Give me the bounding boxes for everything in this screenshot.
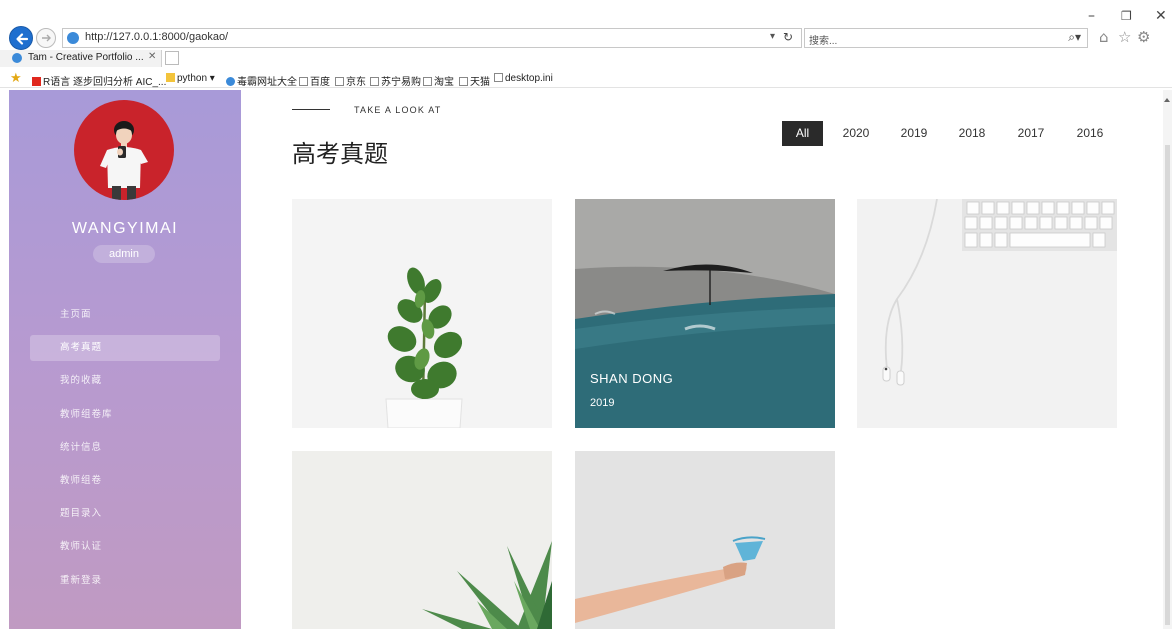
page-icon [299, 77, 308, 86]
tab-favicon-icon [12, 53, 22, 63]
plant-image [292, 199, 552, 428]
sidebar-item-label: 统计信息 [60, 441, 103, 453]
forward-button[interactable] [36, 28, 56, 48]
bookmark-suning[interactable]: 苏宁易购 [370, 73, 421, 88]
portfolio-card-shandong[interactable]: SHAN DONG 2019 [575, 199, 835, 428]
tab-title: Tam - Creative Portfolio ... [28, 52, 144, 63]
filter-tab-2020[interactable]: 2020 [836, 121, 876, 146]
bookmark-r-aic[interactable]: R语言 逐步回归分析 AIC_... [32, 73, 166, 88]
avatar-person-illustration [100, 121, 148, 200]
sidebar-item-label: 我的收藏 [60, 375, 103, 387]
back-button[interactable] [9, 26, 33, 50]
page-title: 高考真题 [292, 140, 388, 168]
card-title: SHAN DONG [590, 371, 674, 386]
sidebar-item-label: 主页面 [60, 309, 92, 320]
section-eyebrow: TAKE A LOOK AT [354, 105, 442, 115]
folder-icon [166, 73, 175, 82]
ie-icon [226, 77, 235, 86]
page-icon [335, 77, 344, 86]
filter-tab-2018[interactable]: 2018 [952, 121, 992, 146]
search-input[interactable]: 搜索... ⌕▾ [804, 28, 1088, 48]
portfolio-card[interactable] [857, 199, 1117, 428]
address-dropdown-icon[interactable]: ▾ [770, 31, 775, 42]
minimize-icon[interactable]: – [1088, 8, 1095, 24]
portfolio-card[interactable] [575, 451, 835, 629]
username: WANGYIMAI [71, 220, 179, 237]
gear-icon[interactable]: ⚙ [1137, 28, 1150, 46]
bookmark-baidu[interactable]: 百度 [299, 73, 330, 88]
browser-chrome: – ❐ ✕ http://127.0.0.1:8000/gaokao/ ▾ ↻ … [0, 0, 1172, 90]
page-content: WANGYIMAI admin 主页面 高考真题 我的收藏 教师组卷库 统计信息… [0, 90, 1172, 629]
home-icon[interactable]: ⌂ [1099, 28, 1109, 46]
bookmark-duba[interactable]: 毒霸网址大全 [226, 73, 297, 88]
portfolio-card[interactable] [292, 451, 552, 629]
sidebar-item-home[interactable]: 主页面 [30, 302, 220, 328]
keyboard-earphones-image [857, 199, 1117, 428]
address-url[interactable]: http://127.0.0.1:8000/gaokao/ [85, 31, 228, 43]
refresh-icon[interactable]: ↻ [783, 30, 793, 44]
file-icon [494, 73, 503, 82]
bookmark-desktop-ini[interactable]: desktop.ini [494, 73, 553, 84]
sidebar-item-label: 教师组卷 [60, 474, 103, 486]
bookmark-python[interactable]: python ▾ [166, 73, 215, 84]
sidebar-item-teacher-paper-library[interactable]: 教师组卷库 [30, 402, 220, 428]
card-year: 2019 [590, 397, 615, 409]
portfolio-card[interactable] [292, 199, 552, 428]
sidebar-nav: 主页面 高考真题 我的收藏 教师组卷库 统计信息 教师组卷 题目录入 教师认证 … [30, 302, 220, 601]
tab-strip: Tam - Creative Portfolio ... ✕ [0, 50, 1172, 67]
filter-tab-2017[interactable]: 2017 [1011, 121, 1051, 146]
scrollbar-thumb[interactable] [1165, 145, 1170, 625]
succulent-image [292, 451, 552, 629]
sidebar: WANGYIMAI admin 主页面 高考真题 我的收藏 教师组卷库 统计信息… [9, 90, 241, 629]
page-icon [423, 77, 432, 86]
sidebar-item-label: 教师组卷库 [60, 408, 113, 420]
filter-tab-all[interactable]: All [782, 121, 823, 146]
sidebar-item-teacher-verify[interactable]: 教师认证 [30, 534, 220, 560]
favorites-icon[interactable]: ☆ [1118, 28, 1131, 46]
avatar[interactable] [74, 100, 174, 200]
bookmark-jd[interactable]: 京东 [335, 73, 366, 88]
page-favicon-icon [67, 32, 79, 44]
sidebar-item-teacher-compose[interactable]: 教师组卷 [30, 468, 220, 494]
eyebrow-line [292, 109, 330, 110]
favorites-star-icon[interactable]: ★ [10, 71, 22, 86]
page-icon [459, 77, 468, 86]
bookmark-taobao[interactable]: 淘宝 [423, 73, 454, 88]
filter-tab-2019[interactable]: 2019 [894, 121, 934, 146]
bookmark-tmall[interactable]: 天猫 [459, 73, 490, 88]
close-window-icon[interactable]: ✕ [1155, 8, 1167, 24]
new-tab-button[interactable] [165, 51, 179, 65]
page-icon [370, 77, 379, 86]
back-arrow-icon [16, 33, 29, 45]
sidebar-item-label: 教师认证 [60, 541, 103, 553]
restore-icon[interactable]: ❐ [1121, 9, 1132, 23]
sidebar-item-favorites[interactable]: 我的收藏 [30, 368, 220, 394]
search-icon[interactable]: ⌕▾ [1068, 30, 1081, 45]
sidebar-item-label: 题目录入 [60, 508, 103, 520]
sidebar-item-statistics[interactable]: 统计信息 [30, 435, 220, 461]
search-placeholder: 搜索... [809, 36, 838, 47]
sidebar-item-gaokao[interactable]: 高考真题 [30, 335, 220, 362]
umbrella-sea-image [575, 199, 835, 428]
bookmark-icon [32, 77, 41, 86]
navigation-row: http://127.0.0.1:8000/gaokao/ ▾ ↻ 搜索... … [0, 26, 1172, 50]
filter-tab-2016[interactable]: 2016 [1070, 121, 1110, 146]
forward-arrow-icon [42, 34, 51, 42]
scroll-up-icon[interactable] [1164, 98, 1170, 102]
sidebar-item-label: 重新登录 [60, 574, 103, 586]
sidebar-item-label: 高考真题 [60, 342, 103, 354]
role-badge: admin [93, 245, 155, 263]
bookmarks-bar: ★ R语言 逐步回归分析 AIC_... python ▾ 毒霸网址大全 百度 … [0, 70, 1172, 88]
hand-cup-image [575, 451, 835, 629]
browser-tab[interactable]: Tam - Creative Portfolio ... ✕ [0, 50, 162, 67]
address-bar[interactable]: http://127.0.0.1:8000/gaokao/ ▾ ↻ [62, 28, 802, 48]
sidebar-item-question-entry[interactable]: 题目录入 [30, 501, 220, 527]
tab-close-icon[interactable]: ✕ [148, 51, 156, 62]
sidebar-item-relogin[interactable]: 重新登录 [30, 568, 220, 594]
